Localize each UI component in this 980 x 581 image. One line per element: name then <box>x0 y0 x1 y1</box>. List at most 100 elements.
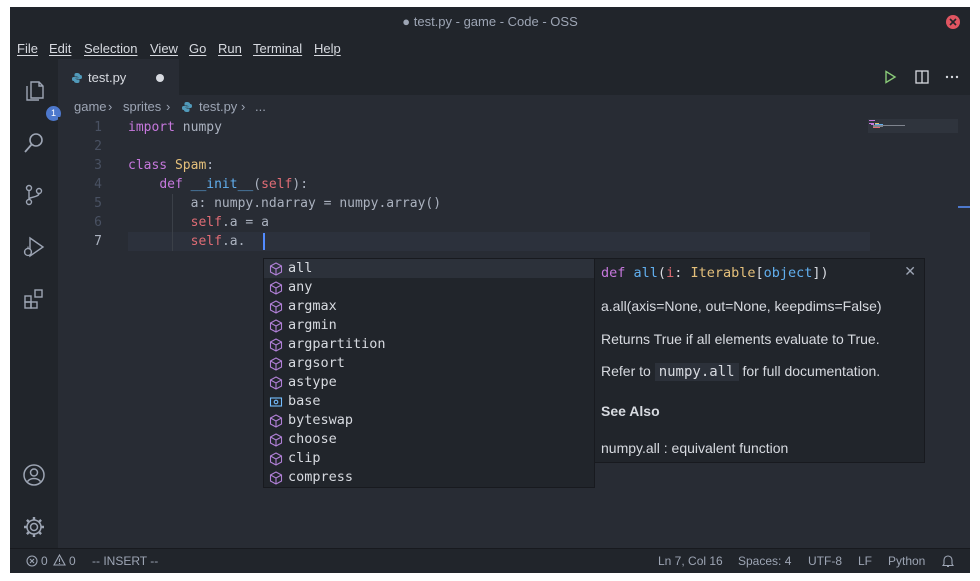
method-cube-icon <box>269 357 283 371</box>
line-number: 3 <box>94 158 102 173</box>
suggestion-list[interactable]: all any argmax argmin argpartition argso… <box>263 258 595 488</box>
line-number: 4 <box>94 177 102 192</box>
signature: def all(i: Iterable[object]) <box>601 265 829 281</box>
tab-test-py[interactable]: test.py <box>58 59 179 95</box>
warning-count[interactable]: 0 <box>69 554 76 568</box>
suggestion-item[interactable]: choose <box>264 430 594 449</box>
code-line[interactable]: 3 class Spam: <box>58 156 908 175</box>
tab-bar: test.py <box>58 59 970 95</box>
close-docs-icon[interactable]: ✕ <box>904 263 916 280</box>
run-file-icon[interactable] <box>882 69 898 85</box>
line-number: 1 <box>94 120 102 135</box>
breadcrumb-game[interactable]: game <box>74 99 107 114</box>
warning-icon[interactable] <box>53 554 66 566</box>
activity-bar: 1 <box>10 59 61 550</box>
suggestion-item[interactable]: argmax <box>264 297 594 316</box>
editor-window: ● test.py - game - Code - OSS File Edit … <box>10 7 970 573</box>
code-text: import numpy <box>128 120 222 135</box>
menu-terminal[interactable]: Terminal <box>253 41 302 56</box>
menu-run[interactable]: Run <box>218 41 242 56</box>
suggestion-item[interactable]: argpartition <box>264 335 594 354</box>
explorer-icon[interactable]: 1 <box>22 79 61 121</box>
line-number: 7 <box>94 234 102 249</box>
method-cube-icon <box>269 281 283 295</box>
breadcrumb-file[interactable]: test.py <box>199 99 237 114</box>
close-icon <box>949 18 957 26</box>
indent-guide <box>172 194 173 251</box>
indentation[interactable]: Spaces: 4 <box>738 554 791 568</box>
suggestion-item[interactable]: argmin <box>264 316 594 335</box>
code-text: self.a = a <box>190 215 269 230</box>
error-count[interactable]: 0 <box>41 554 48 568</box>
chevron-right-icon: › <box>241 99 246 114</box>
vim-mode: -- INSERT -- <box>92 554 159 568</box>
code-text: self.a. <box>190 234 246 249</box>
docs-reference: Refer to numpy.all for full documentatio… <box>601 363 881 381</box>
encoding[interactable]: UTF-8 <box>808 554 842 568</box>
code-line[interactable]: 4 def __init__(self): <box>58 175 908 194</box>
method-cube-icon <box>269 338 283 352</box>
method-cube-icon <box>269 376 283 390</box>
text-cursor <box>263 233 265 250</box>
search-icon[interactable] <box>22 131 46 155</box>
cursor-position[interactable]: Ln 7, Col 16 <box>658 554 723 568</box>
breadcrumb-sprites[interactable]: sprites <box>123 99 161 114</box>
account-icon[interactable] <box>22 463 46 487</box>
code-line[interactable]: 7 self.a. <box>58 232 908 251</box>
error-icon[interactable] <box>26 555 38 567</box>
language-mode[interactable]: Python <box>888 554 925 568</box>
field-icon <box>269 397 283 407</box>
minimap[interactable] <box>868 119 958 139</box>
window-title: ● test.py - game - Code - OSS <box>402 14 578 29</box>
settings-gear-icon[interactable] <box>22 515 46 539</box>
code-line[interactable]: 6 self.a = a <box>58 213 908 232</box>
method-cube-icon <box>269 262 283 276</box>
chevron-right-icon: › <box>166 99 171 114</box>
menu-edit[interactable]: Edit <box>49 41 71 56</box>
line-ending[interactable]: LF <box>858 554 872 568</box>
menu-selection[interactable]: Selection <box>84 41 137 56</box>
method-cube-icon <box>269 319 283 333</box>
suggestion-item[interactable]: argsort <box>264 354 594 373</box>
run-debug-icon[interactable] <box>22 235 46 259</box>
bell-icon[interactable] <box>942 554 954 568</box>
docs-see-also-heading: See Also <box>601 403 660 419</box>
code-text: a: numpy.ndarray = numpy.array() <box>128 196 442 211</box>
menu-go[interactable]: Go <box>189 41 206 56</box>
code-text: class Spam: <box>128 158 215 173</box>
method-cube-icon <box>269 300 283 314</box>
unsaved-dot-icon[interactable] <box>156 74 164 82</box>
suggestion-item[interactable]: clip <box>264 449 594 468</box>
extensions-icon[interactable] <box>22 287 46 311</box>
menu-help[interactable]: Help <box>314 41 341 56</box>
method-cube-icon <box>269 471 283 485</box>
title-bar: ● test.py - game - Code - OSS <box>10 7 970 37</box>
docs-description: Returns True if all elements evaluate to… <box>601 331 880 347</box>
code-line[interactable]: 5 a: numpy.ndarray = numpy.array() <box>58 194 908 213</box>
status-bar: 0 0 -- INSERT -- Ln 7, Col 16 Spaces: 4 … <box>10 548 970 573</box>
source-control-icon[interactable] <box>22 183 46 207</box>
close-window-button[interactable] <box>946 15 960 29</box>
code-line[interactable]: 1 import numpy <box>58 118 908 137</box>
more-actions-icon[interactable] <box>944 69 960 85</box>
menu-view[interactable]: View <box>150 41 178 56</box>
scrollbar-marker <box>958 206 970 208</box>
docs-see-also-item: numpy.all : equivalent function <box>601 440 789 456</box>
menu-bar: File Edit Selection View Go Run Terminal… <box>10 37 970 59</box>
python-file-icon <box>182 102 192 112</box>
suggestion-item[interactable]: any <box>264 278 594 297</box>
method-cube-icon <box>269 452 283 466</box>
code-line[interactable]: 2 <box>58 137 908 156</box>
method-cube-icon <box>269 433 283 447</box>
chevron-right-icon: › <box>108 99 113 114</box>
suggestion-item[interactable]: base <box>264 392 594 411</box>
suggestion-item[interactable]: all <box>264 259 594 278</box>
suggestion-item[interactable]: astype <box>264 373 594 392</box>
line-number: 5 <box>94 196 102 211</box>
menu-file[interactable]: File <box>17 41 38 56</box>
suggestion-item[interactable]: compress <box>264 468 594 487</box>
method-cube-icon <box>269 414 283 428</box>
split-editor-icon[interactable] <box>914 69 930 85</box>
breadcrumb-symbol[interactable]: ... <box>255 99 266 114</box>
suggestion-item[interactable]: byteswap <box>264 411 594 430</box>
